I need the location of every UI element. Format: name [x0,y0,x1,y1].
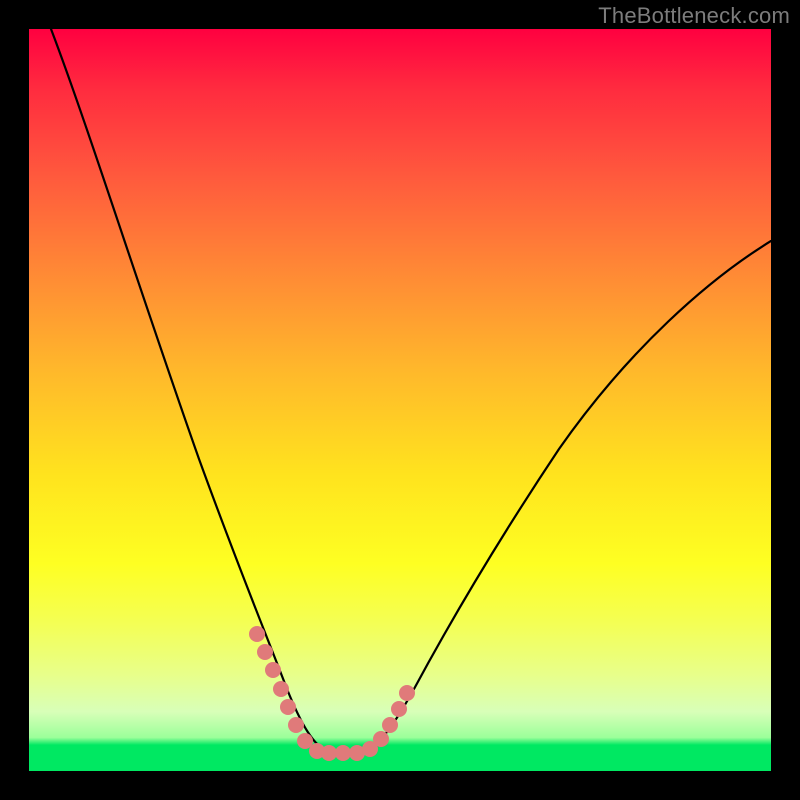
plot-area [29,29,771,771]
chart-frame: TheBottleneck.com [0,0,800,800]
right-curve [357,241,771,752]
watermark-text: TheBottleneck.com [598,3,790,29]
marker-cluster [249,626,415,761]
chart-svg [29,29,771,771]
left-curve [51,29,337,752]
